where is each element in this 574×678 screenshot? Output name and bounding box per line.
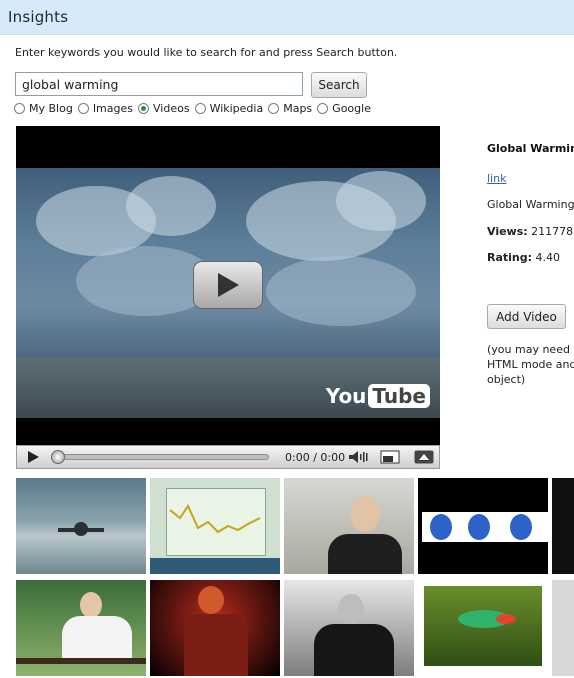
source-radio-group: My Blog Images Videos Wikipedia Maps Goo… (14, 100, 376, 116)
speaker-icon (349, 451, 368, 463)
thumbnail-partial[interactable] (552, 580, 574, 676)
thumbnail-partial[interactable] (552, 478, 574, 574)
video-title: Global Warming (487, 142, 574, 155)
thumbnail-bird[interactable] (418, 580, 548, 676)
radio-google[interactable]: Google (317, 102, 371, 115)
thumbnail-man-on-fence[interactable] (16, 580, 146, 676)
thumbnail-airplane[interactable] (16, 478, 146, 574)
thumbnail-musician[interactable] (150, 580, 280, 676)
thumbnail-speaker[interactable] (284, 580, 414, 676)
radio-videos[interactable]: Videos (138, 102, 190, 115)
video-link[interactable]: link (487, 172, 506, 185)
radio-label: Maps (283, 101, 313, 115)
menu-expand-button[interactable] (413, 449, 435, 465)
video-description: Global Warming (487, 198, 574, 211)
search-input[interactable] (15, 72, 303, 96)
radio-my-blog[interactable]: My Blog (14, 102, 73, 115)
youtube-logo-you: You (325, 384, 367, 408)
views-row: Views: 211778 (487, 225, 573, 238)
instructions-text: Enter keywords you would like to search … (15, 46, 398, 59)
views-label: Views: (487, 225, 528, 238)
radio-label: Wikipedia (209, 101, 264, 115)
seek-bar[interactable] (53, 454, 269, 460)
radio-label: Google (332, 101, 371, 115)
window-icon (380, 450, 400, 464)
rating-label: Rating: (487, 251, 533, 264)
search-button[interactable]: Search (311, 72, 367, 98)
thumbnail-presenter[interactable] (284, 478, 414, 574)
radio-circle-icon[interactable] (14, 102, 25, 114)
rating-value: 4.40 (535, 251, 561, 264)
note-line: HTML mode and (487, 358, 574, 371)
radio-maps[interactable]: Maps (268, 102, 312, 115)
radio-label: Videos (153, 101, 190, 115)
youtube-logo-tube: Tube (368, 384, 430, 408)
radio-circle-icon[interactable] (317, 102, 329, 114)
radio-label: Images (92, 101, 133, 115)
panel-title: Insights (8, 8, 69, 26)
add-video-note: (you may need to HTML mode and object) (487, 342, 574, 387)
radio-images[interactable]: Images (77, 101, 133, 115)
radio-wikipedia[interactable]: Wikipedia (194, 101, 264, 115)
radio-circle-icon[interactable] (268, 102, 280, 114)
rating-row: Rating: 4.40 (487, 251, 560, 264)
window-size-button[interactable] (379, 449, 401, 465)
views-value: 211778 (531, 225, 574, 238)
thumbnail-blue-faces[interactable] (418, 478, 548, 574)
panel-header: Insights (0, 0, 574, 35)
play-overlay-button[interactable] (193, 261, 263, 309)
thumbnail-chart[interactable] (150, 478, 280, 574)
chevron-up-icon (414, 450, 434, 464)
video-player-screen[interactable]: You Tube (16, 126, 440, 446)
player-controls: 0:00 / 0:00 (16, 445, 440, 469)
add-video-button[interactable]: Add Video (487, 304, 566, 329)
radio-circle-icon[interactable] (77, 102, 89, 114)
note-line: object) (487, 373, 526, 386)
radio-circle-icon[interactable] (194, 102, 206, 114)
radio-label: My Blog (29, 101, 73, 115)
youtube-logo: You Tube (326, 384, 430, 408)
radio-selected-icon[interactable] (138, 102, 149, 114)
note-line: (you may need to (487, 343, 574, 356)
play-icon (28, 451, 39, 463)
play-button[interactable] (23, 449, 43, 465)
time-display: 0:00 / 0:00 (285, 451, 346, 464)
play-icon (218, 273, 239, 297)
volume-button[interactable] (347, 449, 369, 465)
seek-handle[interactable] (51, 450, 65, 464)
